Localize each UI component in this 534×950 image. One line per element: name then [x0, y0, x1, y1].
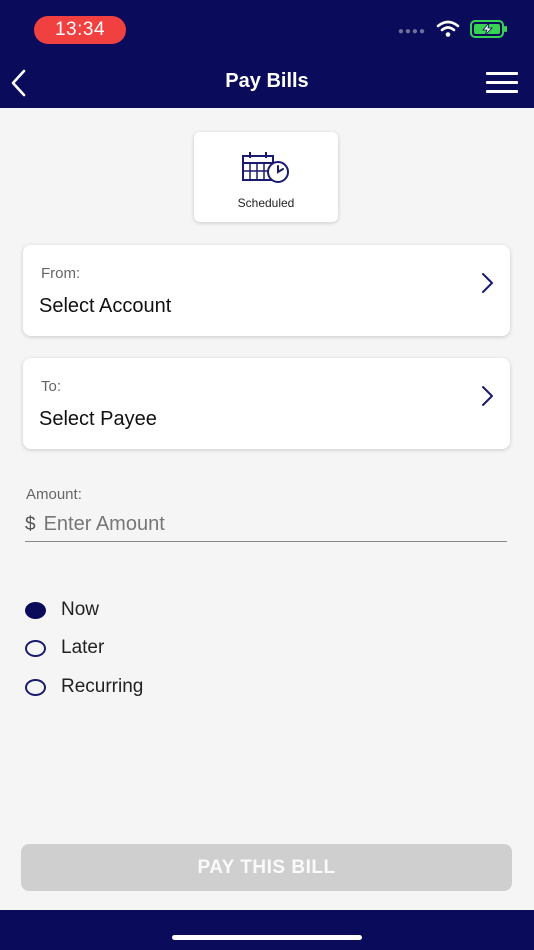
amount-field: $ — [25, 508, 507, 542]
home-indicator[interactable] — [172, 935, 362, 940]
amount-label: Amount: — [26, 486, 82, 503]
from-value: Select Account — [39, 295, 172, 317]
scheduled-button[interactable]: Scheduled — [194, 132, 338, 222]
radio-label-now: Now — [61, 599, 100, 620]
battery-charging-icon — [470, 19, 508, 44]
radio-button[interactable] — [25, 639, 46, 657]
to-payee-selector[interactable]: To: Select Payee — [23, 358, 510, 449]
radio-button[interactable] — [25, 678, 46, 696]
pay-this-bill-button[interactable]: PAY THIS BILL — [21, 844, 512, 891]
radio-recurring[interactable]: Recurring — [25, 673, 143, 701]
amount-input[interactable] — [43, 513, 464, 536]
calendar-clock-icon — [242, 152, 289, 183]
currency-symbol: $ — [25, 513, 36, 535]
to-label: To: — [41, 378, 62, 395]
chevron-right-icon — [482, 273, 493, 293]
from-label: From: — [41, 265, 81, 282]
radio-label-recurring: Recurring — [61, 676, 144, 697]
wifi-icon — [436, 20, 460, 43]
radio-later[interactable]: Later — [25, 634, 104, 662]
status-icons: ●●●● — [397, 19, 508, 44]
radio-button-selected[interactable] — [25, 601, 46, 619]
page-title: Pay Bills — [225, 70, 309, 92]
radio-now[interactable]: Now — [25, 596, 99, 624]
bottom-bar — [0, 910, 534, 950]
status-time: 13:34 — [34, 16, 126, 44]
menu-button[interactable] — [486, 72, 518, 94]
signal-dots-icon: ●●●● — [397, 25, 426, 37]
app-header: 13:34 ●●●● Pay Bills — [0, 0, 534, 108]
scheduled-label: Scheduled — [237, 196, 295, 210]
radio-label-later: Later — [61, 637, 105, 658]
hamburger-menu-icon — [486, 72, 518, 75]
to-value: Select Payee — [39, 408, 157, 430]
from-account-selector[interactable]: From: Select Account — [23, 245, 510, 336]
chevron-right-icon — [482, 386, 493, 406]
